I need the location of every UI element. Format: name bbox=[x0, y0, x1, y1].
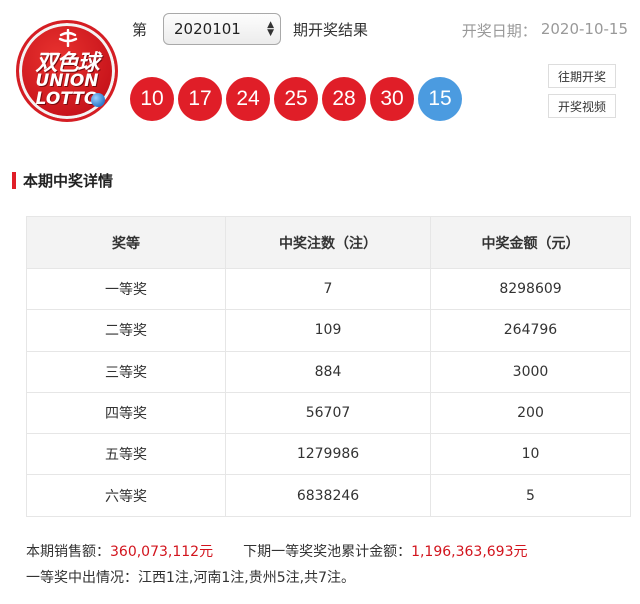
prize-amount: 200 bbox=[430, 391, 631, 435]
section-title-accent-bar bbox=[12, 171, 16, 189]
draw-date: 开奖日期： 2020-10-15 bbox=[462, 20, 628, 41]
sales-summary: 本期销售额：360,073,112元 下期一等奖奖池累计金额：1,196,363,… bbox=[26, 541, 528, 561]
red-ball-3: 24 bbox=[226, 77, 270, 121]
blue-ball: 15 bbox=[418, 77, 462, 121]
first-prize-info: 一等奖中出情况：江西1注,河南1注,贵州5注,共7注。 bbox=[26, 570, 355, 586]
draw-date-value: 2020-10-15 bbox=[540, 20, 628, 38]
prize-amount: 3000 bbox=[430, 350, 631, 393]
sales-label: 本期销售额： bbox=[26, 544, 110, 560]
table-row: 六等奖 6838246 5 bbox=[26, 474, 631, 517]
winner-count: 109 bbox=[225, 309, 431, 352]
winning-numbers: 10 17 24 25 28 30 15 bbox=[130, 77, 462, 121]
table-header-row: 奖等 中奖注数（注） 中奖金额（元） bbox=[26, 216, 631, 269]
prize-level: 六等奖 bbox=[26, 474, 226, 517]
prize-level: 二等奖 bbox=[26, 309, 226, 352]
winner-count: 6838246 bbox=[225, 474, 431, 517]
red-ball-5: 28 bbox=[322, 77, 366, 121]
history-draws-button[interactable]: 往期开奖 bbox=[548, 64, 616, 88]
draw-video-button[interactable]: 开奖视频 bbox=[548, 94, 616, 118]
red-ball-6: 30 bbox=[370, 77, 414, 121]
prize-level: 四等奖 bbox=[26, 391, 226, 435]
section-title: 本期中奖详情 bbox=[12, 170, 113, 190]
select-arrows-icon: ▲ ▼ bbox=[267, 20, 275, 38]
winner-count: 1279986 bbox=[225, 433, 431, 476]
header-prize-amount: 中奖金额（元） bbox=[430, 216, 631, 269]
table-row: 五等奖 1279986 10 bbox=[26, 433, 631, 476]
prize-amount: 10 bbox=[430, 433, 631, 476]
red-ball-2: 17 bbox=[178, 77, 222, 121]
header-winner-count: 中奖注数（注） bbox=[225, 216, 431, 269]
prize-level: 三等奖 bbox=[26, 350, 226, 393]
table-row: 三等奖 884 3000 bbox=[26, 350, 631, 393]
union-lotto-logo: 双色球 UNION LOTTO bbox=[16, 20, 118, 122]
prize-level: 五等奖 bbox=[26, 433, 226, 476]
pool-value: 1,196,363,693元 bbox=[411, 544, 528, 560]
sales-value: 360,073,112元 bbox=[110, 544, 214, 560]
draw-date-label: 开奖日期： bbox=[461, 22, 537, 40]
prize-table: 奖等 中奖注数（注） 中奖金额（元） 一等奖 7 8298609 二等奖 109… bbox=[26, 216, 631, 517]
issue-select[interactable]: 2020101 ▲ ▼ bbox=[163, 13, 282, 45]
header-prize-level: 奖等 bbox=[26, 216, 226, 269]
prize-level: 一等奖 bbox=[26, 267, 226, 311]
table-row: 四等奖 56707 200 bbox=[26, 391, 631, 435]
prize-amount: 5 bbox=[430, 474, 631, 517]
winner-count: 884 bbox=[225, 350, 431, 393]
table-row: 一等奖 7 8298609 bbox=[26, 267, 631, 311]
prize-amount: 8298609 bbox=[430, 267, 631, 311]
red-ball-4: 25 bbox=[274, 77, 318, 121]
red-ball-1: 10 bbox=[130, 77, 174, 121]
section-title-text: 本期中奖详情 bbox=[23, 171, 114, 190]
winner-count: 7 bbox=[225, 267, 431, 311]
issue-suffix: 期开奖结果 bbox=[293, 20, 369, 39]
logo-text-en-union: UNION bbox=[35, 71, 99, 91]
issue-select-value: 2020101 bbox=[174, 20, 241, 38]
pool-label: 下期一等奖奖池累计金额： bbox=[243, 544, 412, 560]
winner-count: 56707 bbox=[225, 391, 431, 435]
table-row: 二等奖 109 264796 bbox=[26, 309, 631, 352]
issue-prefix: 第 bbox=[132, 20, 148, 39]
issue-header: 第 2020101 ▲ ▼ 期开奖结果 bbox=[132, 12, 368, 46]
prize-amount: 264796 bbox=[430, 309, 631, 352]
logo-blue-ball-icon bbox=[91, 93, 105, 107]
